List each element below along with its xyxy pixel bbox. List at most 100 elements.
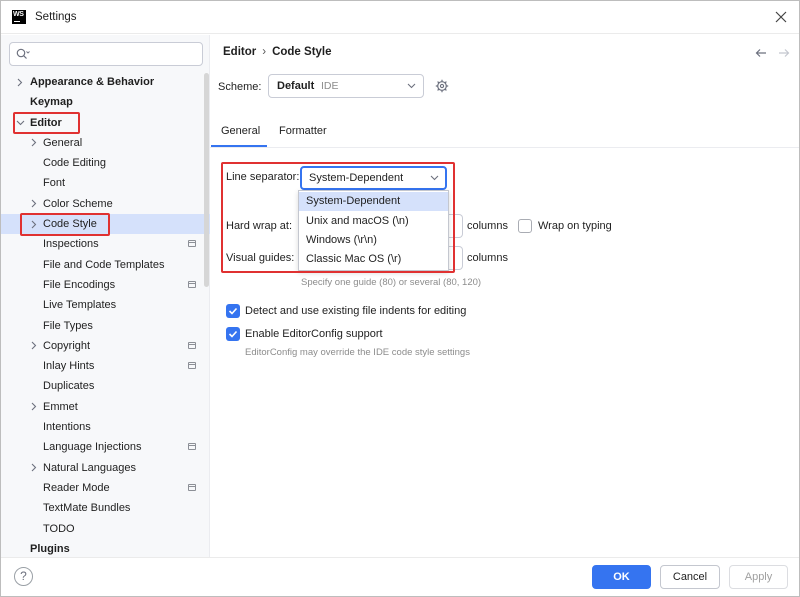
gear-icon[interactable] xyxy=(435,79,449,93)
visual-guides-units: columns xyxy=(467,252,508,264)
tab-general[interactable]: General xyxy=(221,125,260,137)
sidebar-item-label: Editor xyxy=(30,116,62,129)
sidebar-item-label: Language Injections xyxy=(43,441,142,454)
sidebar-item-label: Reader Mode xyxy=(43,481,110,494)
sidebar-item-file-types[interactable]: File Types xyxy=(1,316,210,336)
sidebar-item-duplicates[interactable]: Duplicates xyxy=(1,376,210,396)
sidebar-item-label: General xyxy=(43,136,83,149)
popup-option[interactable]: Classic Mac OS (\r) xyxy=(299,250,448,269)
wrap-on-typing-label[interactable]: Wrap on typing xyxy=(538,220,612,232)
sidebar-item-editor[interactable]: Editor xyxy=(1,113,210,133)
sidebar-item-reader-mode[interactable]: Reader Mode xyxy=(1,478,210,498)
scheme-sub: IDE xyxy=(321,80,339,92)
tab-formatter[interactable]: Formatter xyxy=(279,125,327,137)
visual-guides-label: Visual guides: xyxy=(226,252,295,264)
sidebar-item-font[interactable]: Font xyxy=(1,173,210,193)
settings-sidebar: Appearance & Behavior Keymap Editor General… xyxy=(1,35,210,557)
sidebar-item-label: Emmet xyxy=(43,400,78,413)
forward-arrow-icon[interactable] xyxy=(778,47,790,59)
sidebar-item-language-injections[interactable]: Language Injections xyxy=(1,437,210,457)
sidebar-item-file-encodings[interactable]: File Encodings xyxy=(1,275,210,295)
back-arrow-icon[interactable] xyxy=(755,47,767,59)
app-logo: WS xyxy=(12,10,26,24)
chevron-down-icon[interactable] xyxy=(15,113,25,133)
line-separator-dropdown[interactable]: System-Dependent xyxy=(300,166,447,190)
detect-indents-label[interactable]: Detect and use existing file indents for… xyxy=(245,305,466,317)
project-scope-icon xyxy=(188,443,196,451)
sidebar-item-general[interactable]: General xyxy=(1,133,210,153)
sidebar-item-label: Code Style xyxy=(43,218,97,231)
editorconfig-checkbox[interactable] xyxy=(226,327,240,341)
chevron-right-icon[interactable] xyxy=(29,133,39,153)
project-scope-icon xyxy=(188,362,196,370)
line-separator-label: Line separator: xyxy=(226,171,300,183)
sidebar-item-inspections[interactable]: Inspections xyxy=(1,234,210,254)
sidebar-scrollbar[interactable] xyxy=(204,73,209,287)
hard-wrap-units: columns xyxy=(467,220,508,232)
popup-option[interactable]: Unix and macOS (\n) xyxy=(299,212,448,231)
sidebar-item-label: Duplicates xyxy=(43,380,95,393)
breadcrumb-parent[interactable]: Editor xyxy=(223,46,256,58)
chevron-right-icon[interactable] xyxy=(29,397,39,417)
chevron-right-icon[interactable] xyxy=(29,214,39,234)
sidebar-item-copyright[interactable]: Copyright xyxy=(1,336,210,356)
line-separator-popup: System-Dependent Unix and macOS (\n) Win… xyxy=(298,190,449,271)
popup-option[interactable]: System-Dependent xyxy=(299,192,448,211)
ok-button[interactable]: OK xyxy=(592,565,651,589)
sidebar-item-appearance-behavior[interactable]: Appearance & Behavior xyxy=(1,72,210,92)
close-icon[interactable] xyxy=(772,8,790,26)
chevron-right-icon[interactable] xyxy=(29,458,39,478)
editorconfig-label[interactable]: Enable EditorConfig support xyxy=(245,328,383,340)
window-title: Settings xyxy=(35,11,77,23)
visual-guides-hint: Specify one guide (80) or several (80, 1… xyxy=(301,277,482,288)
sidebar-item-file-and-code-templates[interactable]: File and Code Templates xyxy=(1,255,210,275)
sidebar-item-label: Font xyxy=(43,177,66,190)
editorconfig-hint: EditorConfig may override the IDE code s… xyxy=(245,347,470,358)
sidebar-item-intentions[interactable]: Intentions xyxy=(1,417,210,437)
sidebar-item-label: Inlay Hints xyxy=(43,360,95,373)
project-scope-icon xyxy=(188,240,196,248)
sidebar-item-live-templates[interactable]: Live Templates xyxy=(1,295,210,315)
wrap-on-typing-checkbox[interactable] xyxy=(518,219,532,233)
line-separator-value: System-Dependent xyxy=(309,172,404,184)
sidebar-item-label: Color Scheme xyxy=(43,197,113,210)
visual-guides-input[interactable] xyxy=(447,246,463,270)
sidebar-item-code-style[interactable]: Code Style xyxy=(1,214,210,235)
title-bar: WS Settings xyxy=(1,1,799,34)
breadcrumb-current: Code Style xyxy=(272,46,332,58)
sidebar-item-label: TODO xyxy=(43,522,75,535)
sidebar-item-inlay-hints[interactable]: Inlay Hints xyxy=(1,356,210,376)
sidebar-item-todo[interactable]: TODO xyxy=(1,519,210,539)
cancel-button[interactable]: Cancel xyxy=(660,565,720,589)
scheme-label: Scheme: xyxy=(218,81,262,93)
project-scope-icon xyxy=(188,280,196,288)
footer-divider xyxy=(1,557,799,558)
sidebar-item-code-editing[interactable]: Code Editing xyxy=(1,153,210,173)
sidebar-item-color-scheme[interactable]: Color Scheme xyxy=(1,194,210,214)
chevron-down-icon xyxy=(430,175,439,181)
checkmark-icon xyxy=(228,330,238,338)
sidebar-item-textmate-bundles[interactable]: TextMate Bundles xyxy=(1,498,210,518)
checkmark-icon xyxy=(228,307,238,315)
chevron-right-icon[interactable] xyxy=(29,336,39,356)
sidebar-item-label: Appearance & Behavior xyxy=(30,76,155,88)
chevron-right-icon[interactable] xyxy=(15,72,25,92)
hard-wrap-input[interactable] xyxy=(447,214,463,238)
chevron-right-icon[interactable] xyxy=(29,194,39,214)
help-icon[interactable]: ? xyxy=(14,567,33,586)
sidebar-item-emmet[interactable]: Emmet xyxy=(1,397,210,417)
scheme-dropdown[interactable]: Default IDE xyxy=(268,74,424,98)
sidebar-item-natural-languages[interactable]: Natural Languages xyxy=(1,458,210,478)
sidebar-item-label: Inspections xyxy=(43,238,99,251)
hard-wrap-label: Hard wrap at: xyxy=(226,220,293,232)
sidebar-item-keymap[interactable]: Keymap xyxy=(1,92,210,112)
sidebar-item-label: File Types xyxy=(43,319,93,332)
popup-option[interactable]: Windows (\r\n) xyxy=(299,231,448,250)
chevron-down-icon xyxy=(407,83,416,89)
apply-button[interactable]: Apply xyxy=(729,565,788,589)
sidebar-item-label: Natural Languages xyxy=(43,461,136,474)
search-input[interactable] xyxy=(9,42,203,66)
sidebar-item-label: Keymap xyxy=(30,96,73,109)
settings-tree: Appearance & Behavior Keymap Editor General… xyxy=(1,72,210,559)
detect-indents-checkbox[interactable] xyxy=(226,304,240,318)
